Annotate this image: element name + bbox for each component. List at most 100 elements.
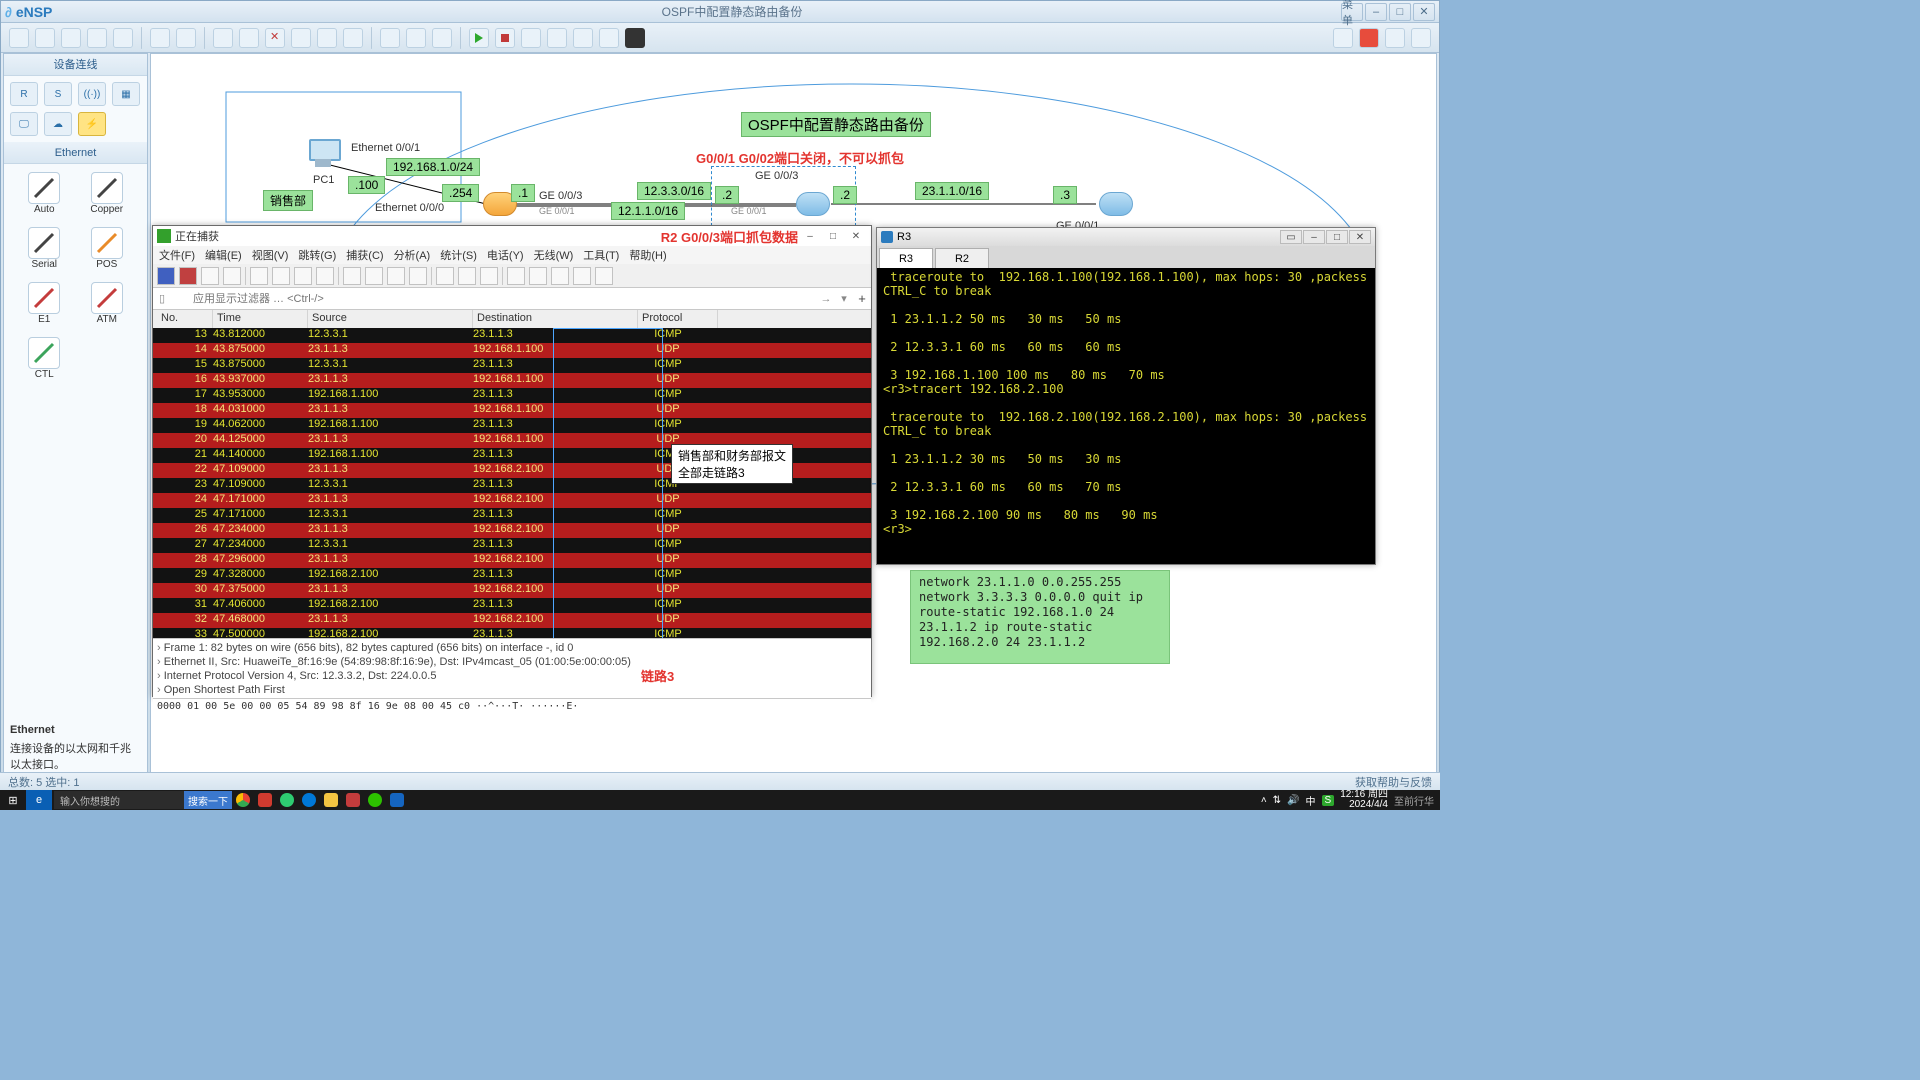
tb-grid-icon[interactable] xyxy=(599,28,619,48)
ws-reload-icon[interactable] xyxy=(316,267,334,285)
packet-row[interactable]: 2847.29600023.1.1.3192.168.2.100UDP xyxy=(153,553,871,568)
ws-menu-item[interactable]: 工具(T) xyxy=(583,247,619,263)
filter-apply-icon[interactable]: → xyxy=(817,293,835,305)
packet-row[interactable]: 1543.87500012.3.3.123.1.1.3ICMP xyxy=(153,358,871,373)
ws-prev-icon[interactable] xyxy=(365,267,383,285)
tb-save-icon[interactable] xyxy=(61,28,81,48)
col-time[interactable]: Time xyxy=(213,310,308,328)
filter-dropdown-icon[interactable]: ▾ xyxy=(835,292,853,305)
tb-print-icon[interactable] xyxy=(113,28,133,48)
system-tray[interactable]: ˄ ⇅ 🔊 中 S 12:16 周四 2024/4/4 至前行华 xyxy=(1261,790,1440,810)
conn-ctl[interactable]: CTL xyxy=(22,337,67,380)
start-button[interactable]: ⊞ xyxy=(0,790,26,810)
tb-pointer-icon[interactable] xyxy=(213,28,233,48)
ws-first-icon[interactable] xyxy=(436,267,454,285)
max-button[interactable]: □ xyxy=(1389,3,1411,21)
ws-menu-item[interactable]: 帮助(H) xyxy=(629,247,666,263)
dev-router-icon[interactable]: R xyxy=(10,82,38,106)
dev-wlan-icon[interactable]: ((·)) xyxy=(78,82,106,106)
ws-colorize-icon[interactable] xyxy=(507,267,525,285)
ws-zoomin-icon[interactable] xyxy=(529,267,547,285)
dev-fw-icon[interactable]: ▦ xyxy=(112,82,140,106)
tb-edge-icon[interactable] xyxy=(298,790,320,810)
ws-next-icon[interactable] xyxy=(387,267,405,285)
packet-row[interactable]: 3147.406000192.168.2.10023.1.1.3ICMP xyxy=(153,598,871,613)
tb-wechat-icon[interactable] xyxy=(364,790,386,810)
dev-cloud-icon[interactable]: ☁ xyxy=(44,112,72,136)
packet-bytes[interactable]: 0000 01 00 5e 00 00 05 54 89 98 8f 16 9e… xyxy=(153,698,871,720)
ws-menu-item[interactable]: 捕获(C) xyxy=(346,247,383,263)
tb-hand-icon[interactable] xyxy=(239,28,259,48)
tray-wifi-icon[interactable]: ⇅ xyxy=(1273,795,1281,806)
taskbar-search[interactable]: 输入你想搜的 xyxy=(54,791,184,809)
tb-about-icon[interactable] xyxy=(1411,28,1431,48)
ws-options-icon[interactable] xyxy=(223,267,241,285)
r3-close-button[interactable]: ✕ xyxy=(1349,230,1371,244)
display-filter-input[interactable] xyxy=(171,289,817,309)
tb-explorer-icon[interactable] xyxy=(320,790,342,810)
tb-capture-icon[interactable] xyxy=(521,28,541,48)
filter-add-icon[interactable]: + xyxy=(853,291,871,306)
router-r3[interactable] xyxy=(1099,192,1133,216)
ensp-menu-button[interactable]: 菜 单 xyxy=(1341,3,1363,21)
ws-menu-item[interactable]: 跳转(G) xyxy=(298,247,336,263)
tray-chevron-icon[interactable]: ˄ xyxy=(1261,795,1267,806)
conn-pos[interactable]: POS xyxy=(85,227,130,270)
packet-row[interactable]: 2747.23400012.3.3.123.1.1.3ICMP xyxy=(153,538,871,553)
tray-ime-icon[interactable]: 中 xyxy=(1306,793,1316,808)
ws-menu-item[interactable]: 分析(A) xyxy=(394,247,431,263)
filter-bookmark-icon[interactable]: ▯ xyxy=(153,292,171,305)
tb-settings-icon[interactable] xyxy=(1385,28,1405,48)
tb-wps-icon[interactable] xyxy=(254,790,276,810)
tb-start-icon[interactable] xyxy=(469,28,489,48)
ws-stop-capture-icon[interactable] xyxy=(179,267,197,285)
packet-row[interactable]: 1443.87500023.1.1.3192.168.1.100UDP xyxy=(153,343,871,358)
tb-stop-icon[interactable] xyxy=(495,28,515,48)
dev-link-icon[interactable]: ⚡ xyxy=(78,112,106,136)
min-button[interactable]: – xyxy=(1365,3,1387,21)
tb-text-icon[interactable] xyxy=(291,28,311,48)
ws-max-button[interactable]: □ xyxy=(822,228,844,244)
packet-row[interactable]: 1844.03100023.1.1.3192.168.1.100UDP xyxy=(153,403,871,418)
packet-row[interactable]: 2947.328000192.168.2.10023.1.1.3ICMP xyxy=(153,568,871,583)
packet-row[interactable]: 1643.93700023.1.1.3192.168.1.100UDP xyxy=(153,373,871,388)
tb-layers-icon[interactable] xyxy=(573,28,593,48)
ws-min-button[interactable]: – xyxy=(799,228,821,244)
tb-chrome-icon[interactable] xyxy=(232,790,254,810)
ws-find-icon[interactable] xyxy=(343,267,361,285)
conn-serial[interactable]: Serial xyxy=(22,227,67,270)
tb-dark-icon[interactable] xyxy=(625,28,645,48)
router-r2[interactable] xyxy=(796,192,830,216)
packet-row[interactable]: 3047.37500023.1.1.3192.168.2.100UDP xyxy=(153,583,871,598)
r3-max-button[interactable]: □ xyxy=(1326,230,1348,244)
tb-open-icon[interactable] xyxy=(35,28,55,48)
tb-note-icon[interactable] xyxy=(317,28,337,48)
tray-s-icon[interactable]: S xyxy=(1322,795,1335,806)
ws-open-icon[interactable] xyxy=(250,267,268,285)
packet-row[interactable]: 3347.500000192.168.2.10023.1.1.3ICMP xyxy=(153,628,871,638)
ws-goto-icon[interactable] xyxy=(409,267,427,285)
ie-icon[interactable]: e xyxy=(26,790,52,810)
tb-cli-icon[interactable] xyxy=(547,28,567,48)
col-no[interactable]: No. xyxy=(157,310,213,328)
col-protocol[interactable]: Protocol xyxy=(638,310,718,328)
ws-restart-icon[interactable] xyxy=(201,267,219,285)
conn-e1[interactable]: E1 xyxy=(22,282,67,325)
packet-row[interactable]: 3247.46800023.1.1.3192.168.2.100UDP xyxy=(153,613,871,628)
ws-close-file-icon[interactable] xyxy=(294,267,312,285)
ws-zoomout-icon[interactable] xyxy=(551,267,569,285)
ws-menu-item[interactable]: 编辑(E) xyxy=(205,247,242,263)
pc1-node[interactable] xyxy=(306,139,340,169)
packet-row[interactable]: 1944.062000192.168.1.10023.1.1.3ICMP xyxy=(153,418,871,433)
tb-fit-icon[interactable] xyxy=(432,28,452,48)
col-destination[interactable]: Destination xyxy=(473,310,638,328)
ws-close-button[interactable]: ✕ xyxy=(845,228,867,244)
dev-switch-icon[interactable]: S xyxy=(44,82,72,106)
tb-delete-icon[interactable] xyxy=(265,28,285,48)
tb-wireshark-icon[interactable] xyxy=(386,790,408,810)
ws-zoom100-icon[interactable] xyxy=(573,267,591,285)
tb-help-icon[interactable] xyxy=(1333,28,1353,48)
ws-menu-item[interactable]: 文件(F) xyxy=(159,247,195,263)
taskbar-search-button[interactable]: 搜索一下 xyxy=(184,791,232,809)
tb-zoomin-icon[interactable] xyxy=(380,28,400,48)
